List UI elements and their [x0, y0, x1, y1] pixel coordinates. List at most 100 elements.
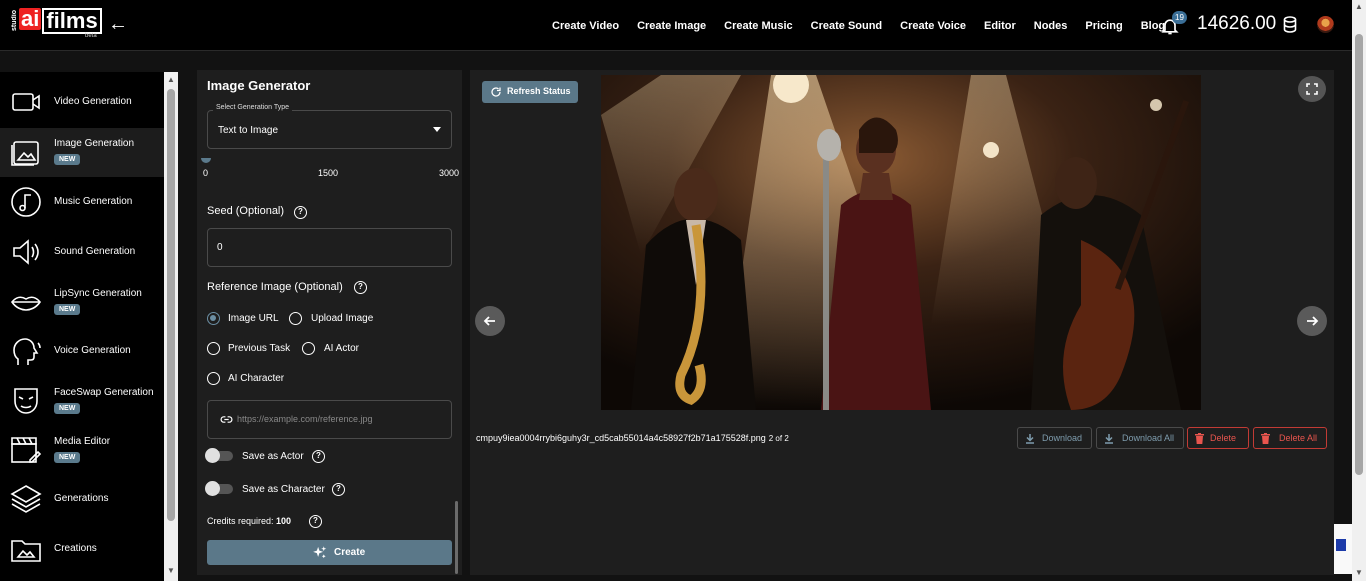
sidebar-item-label: Media Editor: [54, 436, 111, 447]
create-button[interactable]: Create: [207, 540, 452, 565]
previous-image-button[interactable]: [475, 306, 505, 336]
save-as-character-label: Save as Character: [242, 484, 325, 495]
fullscreen-button[interactable]: [1298, 76, 1326, 102]
avatar[interactable]: [1317, 16, 1334, 33]
voice-head-icon: [13, 338, 41, 365]
nav-create-sound[interactable]: Create Sound: [811, 20, 883, 32]
radio-previous-task[interactable]: [207, 342, 220, 355]
download-label: Download: [1042, 433, 1083, 443]
radio-ai-actor[interactable]: [302, 342, 315, 355]
recaptcha-badge[interactable]: [1334, 524, 1352, 574]
top-bar: studio ai films beta ← Create Video Crea…: [0, 0, 1352, 51]
download-icon: [1026, 434, 1034, 444]
help-icon[interactable]: ?: [309, 515, 322, 528]
sidebar-item-image-generation[interactable]: Image Generation NEW: [0, 128, 164, 177]
slider-thumb[interactable]: [201, 158, 211, 163]
generation-type-label: Select Generation Type: [213, 104, 293, 111]
sidebar-item-creations[interactable]: Creations: [0, 525, 164, 573]
reference-url-placeholder: https://example.com/reference.jpg: [237, 414, 373, 424]
arrow-left-icon: [483, 316, 495, 326]
delete-all-button[interactable]: Delete All: [1253, 427, 1327, 449]
new-badge: NEW: [54, 304, 81, 315]
nav-create-music[interactable]: Create Music: [724, 20, 792, 32]
filename-text: cmpuy9iea0004rrybi6guhy3r_cd5cab55014a4c…: [476, 433, 766, 443]
credits-required: Credits required: 100: [207, 516, 291, 526]
sidebar-item-faceswap-generation[interactable]: FaceSwap Generation NEW: [0, 377, 164, 425]
back-arrow-icon[interactable]: ←: [108, 14, 128, 34]
trash-icon: [1261, 433, 1270, 444]
sidebar-item-music-generation[interactable]: Music Generation: [0, 178, 164, 226]
sidebar-item-voice-generation[interactable]: Voice Generation: [0, 327, 164, 375]
speaker-icon: [13, 239, 39, 265]
sidebar-scrollbar[interactable]: ▲ ▼: [164, 72, 178, 581]
nav-create-voice[interactable]: Create Voice: [900, 20, 966, 32]
download-icon: [1105, 434, 1113, 444]
sidebar-item-sound-generation[interactable]: Sound Generation: [0, 228, 164, 276]
seed-input[interactable]: [207, 228, 452, 267]
logo[interactable]: studio ai films beta: [11, 8, 102, 42]
download-all-button[interactable]: Download All: [1096, 427, 1184, 449]
scroll-down-icon[interactable]: ▼: [1355, 568, 1363, 577]
sidebar-item-label: Music Generation: [54, 196, 133, 207]
window-scrollbar[interactable]: ▲ ▼: [1352, 0, 1366, 581]
refresh-icon: [491, 87, 501, 97]
sidebar-item-video-generation[interactable]: Video Generation: [0, 78, 164, 126]
save-as-actor-toggle[interactable]: [205, 448, 233, 463]
radio-image-url[interactable]: [207, 312, 220, 325]
nav-pricing[interactable]: Pricing: [1085, 20, 1122, 32]
refresh-status-label: Refresh Status: [507, 86, 571, 96]
credit-balance: 14626.00: [1197, 13, 1277, 34]
generated-image[interactable]: [601, 75, 1201, 410]
seed-value: 0: [217, 242, 223, 253]
sidebar-item-media-editor[interactable]: Media Editor NEW: [0, 426, 164, 474]
delete-button[interactable]: Delete: [1187, 427, 1249, 449]
sidebar-scroll-thumb[interactable]: [167, 89, 175, 521]
next-image-button[interactable]: [1297, 306, 1327, 336]
sidebar-item-label: Video Generation: [54, 96, 132, 107]
radio-label: AI Actor: [324, 343, 360, 354]
radio-label: Image URL: [228, 313, 279, 324]
download-button[interactable]: Download: [1017, 427, 1092, 449]
main-nav: Create Video Create Image Create Music C…: [543, 0, 1174, 51]
delete-label: Delete: [1210, 433, 1237, 443]
generation-type-value: Text to Image: [218, 125, 279, 136]
radio-label: AI Character: [228, 373, 285, 384]
radio-upload-image[interactable]: [289, 312, 302, 325]
sidebar: Video Generation Image Generation NEW Mu…: [0, 72, 164, 581]
sidebar-item-label: Sound Generation: [54, 246, 136, 257]
help-icon[interactable]: ?: [312, 450, 325, 463]
scroll-up-icon[interactable]: ▲: [167, 75, 175, 84]
nav-nodes[interactable]: Nodes: [1034, 20, 1068, 32]
help-icon[interactable]: ?: [332, 483, 345, 496]
slider-tick-min: 0: [203, 168, 209, 178]
help-icon[interactable]: ?: [354, 281, 367, 294]
link-icon: [220, 416, 233, 423]
radio-label: Previous Task: [228, 343, 291, 354]
layers-icon: [10, 485, 42, 513]
new-badge: NEW: [54, 403, 81, 414]
window-scroll-thumb[interactable]: [1355, 34, 1363, 475]
nav-create-image[interactable]: Create Image: [637, 20, 706, 32]
download-all-label: Download All: [1122, 433, 1175, 443]
save-as-character-toggle[interactable]: [205, 481, 233, 496]
slider-tick-max: 3000: [439, 168, 460, 178]
reference-image-label: Reference Image (Optional): [207, 281, 343, 293]
sidebar-item-generations[interactable]: Generations: [0, 475, 164, 523]
sidebar-item-label: Image Generation: [54, 138, 135, 149]
refresh-status-button[interactable]: Refresh Status: [482, 81, 578, 103]
sparkle-icon: [313, 546, 327, 559]
nav-editor[interactable]: Editor: [984, 20, 1016, 32]
logo-films-text: films: [42, 8, 102, 34]
panel-scrollbar[interactable]: [455, 501, 458, 574]
panel-title: Image Generator: [207, 78, 311, 93]
scroll-down-icon[interactable]: ▼: [167, 566, 175, 575]
nav-create-video[interactable]: Create Video: [552, 20, 619, 32]
help-icon[interactable]: ?: [294, 206, 307, 219]
radio-ai-character[interactable]: [207, 372, 220, 385]
image-filename: cmpuy9iea0004rrybi6guhy3r_cd5cab55014a4c…: [476, 433, 789, 443]
scroll-up-icon[interactable]: ▲: [1355, 2, 1363, 11]
logo-ai-text: ai: [19, 6, 42, 31]
save-as-actor-label: Save as Actor: [242, 451, 304, 462]
mask-icon: [14, 388, 38, 414]
sidebar-item-lipsync-generation[interactable]: LipSync Generation NEW: [0, 278, 164, 326]
